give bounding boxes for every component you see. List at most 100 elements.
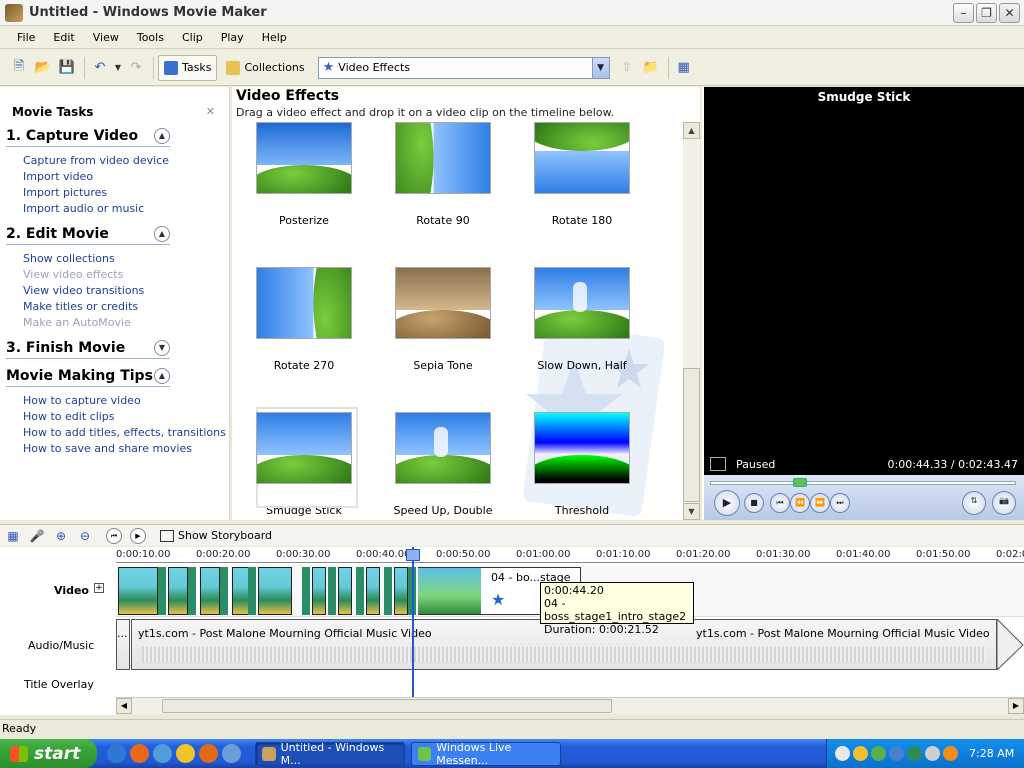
close-icon[interactable]: ✕ bbox=[206, 105, 215, 118]
new-project-icon[interactable]: 🗎 bbox=[8, 57, 30, 79]
menu-play[interactable]: Play bbox=[212, 31, 253, 44]
show-storyboard-button[interactable]: Show Storyboard bbox=[160, 529, 272, 542]
fast-forward-button[interactable]: ⏩ bbox=[810, 493, 830, 513]
timeline-ruler[interactable]: 0:00:10.00 0:00:20.00 0:00:30.00 0:00:40.00… bbox=[116, 547, 1024, 563]
tasks-button[interactable]: Tasks bbox=[158, 54, 218, 81]
rewind-button[interactable]: ⏪ bbox=[790, 493, 810, 513]
effect-threshold[interactable]: Threshold bbox=[522, 412, 642, 520]
video-clip-frame[interactable] bbox=[168, 567, 188, 615]
redo-icon[interactable]: ↷ bbox=[125, 57, 147, 79]
zoom-in-icon[interactable]: ⊕ bbox=[52, 527, 70, 545]
effect-slow[interactable]: Slow Down, Half bbox=[522, 267, 642, 382]
link-how-add-titles[interactable]: How to add titles, effects, transitions bbox=[23, 425, 229, 441]
restore-button[interactable]: ❐ bbox=[976, 3, 997, 23]
firefox-alt-icon[interactable] bbox=[199, 744, 218, 763]
effect-rot270[interactable]: Rotate 270 bbox=[244, 267, 364, 382]
seek-bar[interactable] bbox=[710, 481, 1016, 485]
split-clip-button[interactable]: ⇅ bbox=[962, 491, 986, 515]
show-desktop-icon[interactable] bbox=[222, 744, 241, 763]
audio-clip-start[interactable]: ... bbox=[116, 619, 130, 670]
scroll-up-icon[interactable]: ▲ bbox=[683, 122, 700, 139]
menu-file[interactable]: File bbox=[8, 31, 44, 44]
link-how-capture[interactable]: How to capture video bbox=[23, 393, 229, 409]
video-clip-frame[interactable] bbox=[258, 567, 292, 615]
video-clip-frame[interactable] bbox=[366, 567, 380, 615]
effect-normal[interactable]: Smudge Stick bbox=[244, 407, 364, 520]
link-make-titles[interactable]: Make titles or credits bbox=[23, 299, 229, 315]
tray-network-icon[interactable] bbox=[889, 746, 904, 761]
undo-icon[interactable]: ↶ bbox=[89, 57, 111, 79]
collection-select[interactable]: ★ Video Effects ▼ bbox=[317, 56, 610, 79]
new-collection-folder-icon[interactable]: 📁 bbox=[640, 57, 662, 79]
tray-emoticon-icon[interactable] bbox=[835, 746, 850, 761]
scroll-thumb[interactable] bbox=[683, 368, 700, 502]
video-clip-frame[interactable] bbox=[200, 567, 220, 615]
scroll-thumb[interactable] bbox=[162, 699, 612, 713]
zoom-out-icon[interactable]: ⊖ bbox=[76, 527, 94, 545]
scroll-down-icon[interactable]: ▼ bbox=[683, 503, 700, 520]
firefox-icon[interactable] bbox=[130, 744, 149, 763]
collapse-icon[interactable]: ▲ bbox=[154, 127, 170, 144]
link-capture-from-device[interactable]: Capture from video device bbox=[23, 153, 229, 169]
taskbar-movie-maker[interactable]: Untitled - Windows M... bbox=[255, 741, 405, 767]
take-picture-button[interactable]: 📷 bbox=[992, 491, 1016, 515]
play-button[interactable]: ▶ bbox=[714, 490, 740, 516]
tray-app-icon[interactable] bbox=[907, 746, 922, 761]
menu-help[interactable]: Help bbox=[253, 31, 296, 44]
transition-marker[interactable] bbox=[188, 567, 198, 615]
link-view-video-transitions[interactable]: View video transitions bbox=[23, 283, 229, 299]
tray-messenger-icon[interactable] bbox=[871, 746, 886, 761]
effects-scrollbar[interactable]: ▲ ▼ bbox=[683, 122, 700, 520]
seek-thumb[interactable] bbox=[792, 478, 807, 487]
close-button[interactable]: ✕ bbox=[999, 3, 1020, 23]
undo-dropdown-icon[interactable]: ▼ bbox=[113, 57, 123, 79]
set-audio-levels-icon[interactable]: ▦ bbox=[4, 527, 22, 545]
tray-search-icon[interactable] bbox=[943, 746, 958, 761]
next-frame-button[interactable]: ⏭ bbox=[830, 493, 850, 513]
collapse-icon[interactable]: ▲ bbox=[154, 367, 170, 384]
menu-edit[interactable]: Edit bbox=[44, 31, 83, 44]
effect-posterize[interactable]: Posterize bbox=[244, 122, 364, 237]
transition-marker[interactable] bbox=[356, 567, 366, 615]
playback-indicator[interactable] bbox=[412, 547, 414, 697]
effect-rot180[interactable]: Rotate 180 bbox=[522, 122, 642, 237]
timeline-scrollbar[interactable]: ◀ ▶ bbox=[116, 697, 1024, 714]
link-import-pictures[interactable]: Import pictures bbox=[23, 185, 229, 201]
collapse-icon[interactable]: ▲ bbox=[154, 225, 170, 242]
stop-button[interactable]: ■ bbox=[744, 493, 764, 513]
link-how-save[interactable]: How to save and share movies bbox=[23, 441, 229, 457]
video-clip-frame[interactable] bbox=[312, 567, 326, 615]
security-shield-icon[interactable] bbox=[853, 746, 868, 761]
menu-view[interactable]: View bbox=[84, 31, 128, 44]
previous-frame-button[interactable]: ⏮ bbox=[770, 493, 790, 513]
narrate-timeline-icon[interactable]: 🎤 bbox=[28, 527, 46, 545]
link-import-audio[interactable]: Import audio or music bbox=[23, 201, 229, 217]
transition-marker[interactable] bbox=[248, 567, 258, 615]
transition-marker[interactable] bbox=[328, 567, 338, 615]
taskbar-live-messenger[interactable]: Windows Live Messen... bbox=[411, 741, 561, 767]
save-project-icon[interactable]: 💾 bbox=[56, 57, 78, 79]
effect-sepia[interactable]: Sepia Tone bbox=[383, 267, 503, 382]
collections-button[interactable]: Collections bbox=[220, 55, 310, 81]
video-clip-frame[interactable] bbox=[118, 567, 158, 615]
link-how-edit[interactable]: How to edit clips bbox=[23, 409, 229, 425]
outlook-express-icon[interactable] bbox=[153, 744, 172, 763]
menu-tools[interactable]: Tools bbox=[128, 31, 173, 44]
scroll-right-icon[interactable]: ▶ bbox=[1008, 698, 1024, 714]
tray-volume-icon[interactable] bbox=[925, 746, 940, 761]
chevron-down-icon[interactable]: ▼ bbox=[591, 57, 609, 78]
link-show-collections[interactable]: Show collections bbox=[23, 251, 229, 267]
transition-marker[interactable] bbox=[384, 567, 394, 615]
views-icon[interactable]: ▦ bbox=[673, 57, 695, 79]
minimize-button[interactable]: – bbox=[953, 3, 974, 23]
up-one-level-icon[interactable]: ⇧ bbox=[616, 57, 638, 79]
open-project-icon[interactable]: 📂 bbox=[32, 57, 54, 79]
effect-rot90[interactable]: Rotate 90 bbox=[383, 122, 503, 237]
transition-marker[interactable] bbox=[158, 567, 168, 615]
messenger-emoticon-icon[interactable] bbox=[176, 744, 195, 763]
internet-explorer-icon[interactable] bbox=[107, 744, 126, 763]
rewind-timeline-icon[interactable]: ⏮ bbox=[106, 527, 122, 544]
start-button[interactable]: start bbox=[0, 739, 97, 768]
expand-track-icon[interactable]: + bbox=[94, 583, 104, 593]
effect-speed[interactable]: Speed Up, Double bbox=[383, 412, 503, 520]
